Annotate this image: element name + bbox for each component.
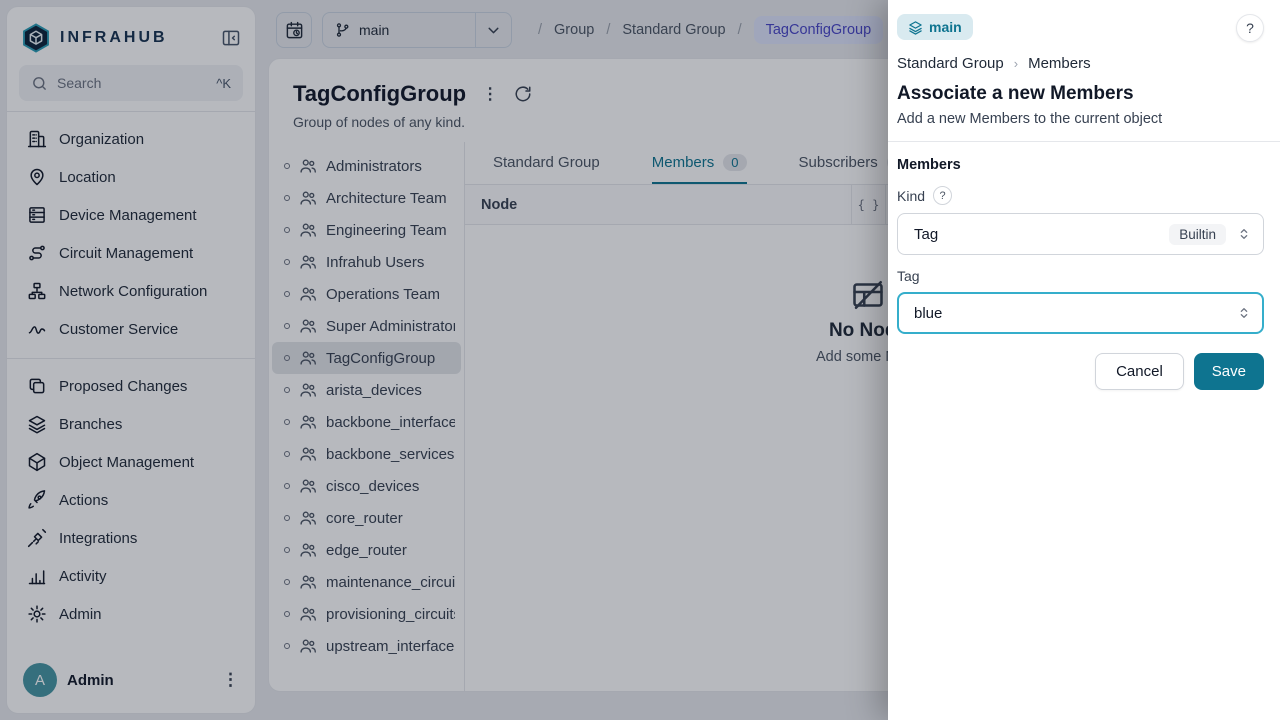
drawer-breadcrumb: Standard Group › Members [897, 55, 1264, 72]
members-section-label: Members [897, 157, 1264, 173]
cancel-button[interactable]: Cancel [1095, 353, 1184, 390]
drawer-breadcrumb-item: Members [1028, 55, 1091, 72]
drawer-form: Members Kind ? Tag Builtin Tag blue [888, 142, 1280, 390]
tag-field-label: Tag [897, 268, 920, 284]
chevron-right-icon: › [1014, 56, 1018, 71]
kind-select[interactable]: Tag Builtin [897, 213, 1264, 255]
tag-select-value: blue [914, 305, 942, 322]
help-button[interactable]: ? [1236, 14, 1264, 42]
drawer-subtitle: Add a new Members to the current object [897, 111, 1264, 127]
layers-icon [908, 20, 923, 35]
drawer-header: main ? Standard Group › Members Associat… [888, 0, 1280, 142]
branch-badge-label: main [929, 19, 962, 35]
drawer-breadcrumb-item: Standard Group [897, 55, 1004, 72]
chevrons-up-down-icon [1236, 305, 1252, 321]
tag-select[interactable]: blue [897, 292, 1264, 334]
drawer-title: Associate a new Members [897, 83, 1264, 105]
builtin-badge: Builtin [1169, 224, 1226, 245]
kind-select-value: Tag [914, 226, 938, 243]
save-button[interactable]: Save [1194, 353, 1264, 390]
kind-help-icon[interactable]: ? [933, 186, 952, 205]
associate-members-drawer: main ? Standard Group › Members Associat… [888, 0, 1280, 720]
chevrons-up-down-icon [1236, 226, 1252, 242]
branch-badge: main [897, 14, 973, 40]
kind-field-label: Kind [897, 188, 925, 204]
